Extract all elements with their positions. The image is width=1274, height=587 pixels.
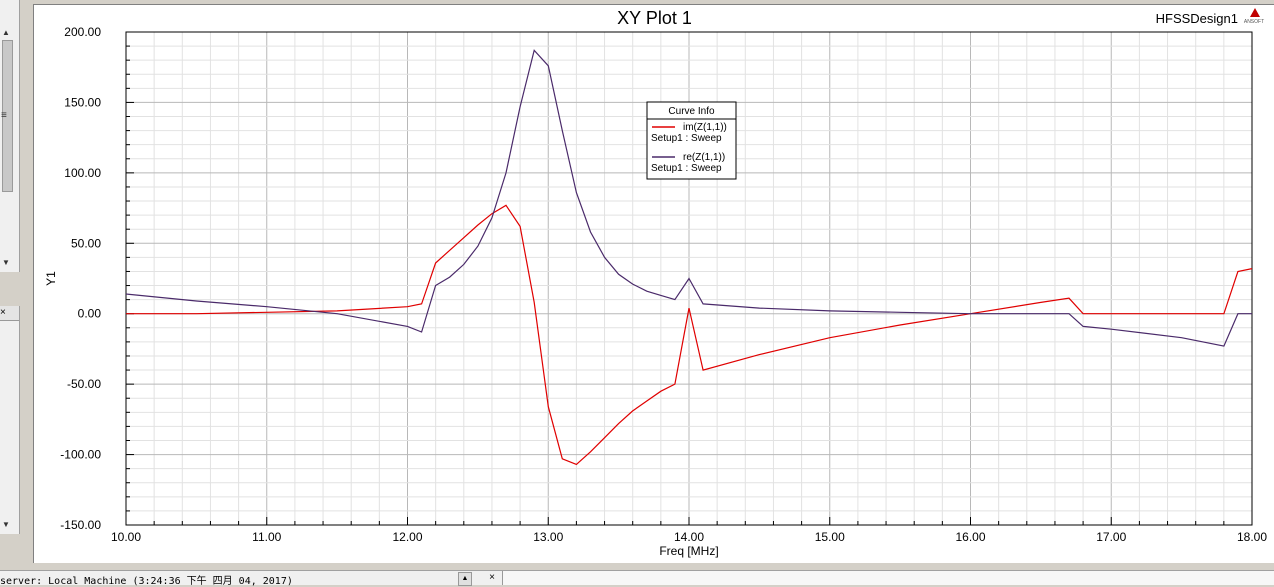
x-tick-label: 10.00 (111, 530, 141, 544)
y-tick-label: 100.00 (64, 166, 101, 180)
legend-series-name: im(Z(1,1)) (683, 122, 727, 133)
x-tick-label: 18.00 (1237, 530, 1267, 544)
xy-chart[interactable]: 10.00 11.00 12.00 13.00 14.00 15.00 16.00 17.00… (34, 5, 1274, 563)
x-tick-label: 16.00 (955, 530, 985, 544)
y-tick-label: -150.00 (60, 518, 101, 532)
y-tick-label: 0.00 (78, 307, 102, 321)
x-tick-label: 11.00 (252, 530, 281, 544)
properties-panel-header: × (0, 306, 19, 321)
y-tick-label: 150.00 (64, 95, 101, 109)
x-tick-label: 14.00 (674, 530, 704, 544)
status-bar: server: Local Machine (3:24:36 下午 四月 04,… (0, 570, 1274, 587)
y-tick-label: 50.00 (71, 236, 101, 250)
xy-plot-window[interactable]: XY Plot 1 HFSSDesign1 ANSOFT 10.00 11.00 1… (33, 4, 1274, 563)
scroll-down-arrow-icon[interactable]: ▼ (2, 258, 10, 267)
x-tick-label: 15.00 (815, 530, 845, 544)
legend-series-setup: Setup1 : Sweep (651, 133, 722, 144)
status-text: server: Local Machine (3:24:36 下午 四月 04,… (0, 576, 293, 587)
y-tick-label: 200.00 (64, 25, 101, 39)
scroll-down-arrow-icon[interactable]: ▼ (2, 520, 10, 529)
close-icon[interactable]: × (0, 307, 6, 318)
scroll-up-arrow-icon[interactable]: ▲ (2, 28, 10, 37)
legend-series-name: re(Z(1,1)) (683, 152, 725, 163)
splitter-grip-icon[interactable]: ≡ (1, 110, 7, 121)
close-icon[interactable]: × (486, 572, 498, 584)
y-tick-label: -100.00 (60, 448, 101, 462)
y-tick-label: -50.00 (67, 377, 101, 391)
x-tick-label: 13.00 (533, 530, 563, 544)
x-axis-label: Freq [MHz] (659, 544, 718, 558)
x-tick-label: 17.00 (1096, 530, 1126, 544)
project-tree-panel: ▲ ≡ ▼ (0, 0, 20, 272)
legend-series-setup: Setup1 : Sweep (651, 163, 722, 174)
legend-title: Curve Info (668, 106, 715, 117)
properties-panel: × ▼ (0, 306, 20, 534)
y-axis-label: Y1 (44, 271, 58, 286)
x-tick-label: 12.00 (392, 530, 422, 544)
message-pane (502, 571, 1274, 585)
